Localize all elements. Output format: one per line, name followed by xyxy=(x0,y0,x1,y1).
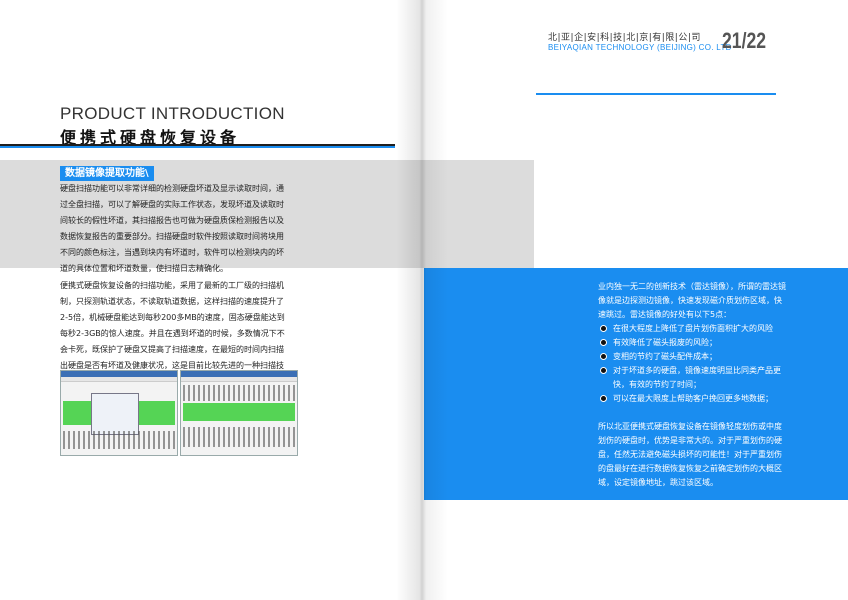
company-name-cn: 北|亚|企|安|科|技|北|京|有|限|公|司 xyxy=(548,33,701,43)
list-item: 对于坏道多的硬盘，镜像速度明显比同类产品更快，有效的节约了时间； xyxy=(600,364,790,392)
header-rule-blue xyxy=(536,93,776,95)
bullet-icon xyxy=(600,353,607,360)
list-item: 变相的节约了磁头配件成本； xyxy=(600,350,790,364)
company-name-en: BEIYAQIAN TECHNOLOGY (BEIJING) CO. LTD xyxy=(548,43,732,52)
heading-en: PRODUCT INTRODUCTION xyxy=(60,104,285,123)
benefit-list: 在很大程度上降低了盘片划伤面积扩大的风险 有效降低了磁头报废的风险； 变相的节约… xyxy=(600,322,790,406)
heading-rule-blue xyxy=(0,146,395,148)
paragraph-scan: 硬盘扫描功能可以非常详细的检测硬盘坏道及显示读取时间，通过全盘扫描，可以了解硬盘… xyxy=(60,184,284,273)
bullet-icon xyxy=(600,395,607,402)
intro-text: 业内独一无二的创新技术（雷达镜像），所谓的雷达镜像就是边探测边镜像，快速发现磁介… xyxy=(598,282,786,319)
list-item: 有效降低了磁头报废的风险； xyxy=(600,336,790,350)
section-label: 数据镜像提取功能\ xyxy=(60,166,154,181)
bullet-icon xyxy=(600,325,607,332)
list-item: 在很大程度上降低了盘片划伤面积扩大的风险 xyxy=(600,322,790,336)
bullet-icon xyxy=(600,367,607,374)
bullet-icon xyxy=(600,339,607,346)
screenshot-scan-dialog xyxy=(60,370,178,456)
page-number: 21/22 xyxy=(722,28,767,53)
list-item: 可以在最大限度上帮助客户挽回更多地数据； xyxy=(600,392,790,406)
conclusion-text: 所以北亚便携式硬盘恢复设备在镜像轻度划伤或中度划伤的硬盘时，优势是非常大的。对于… xyxy=(598,422,782,487)
screenshot-scan-map xyxy=(180,370,298,456)
